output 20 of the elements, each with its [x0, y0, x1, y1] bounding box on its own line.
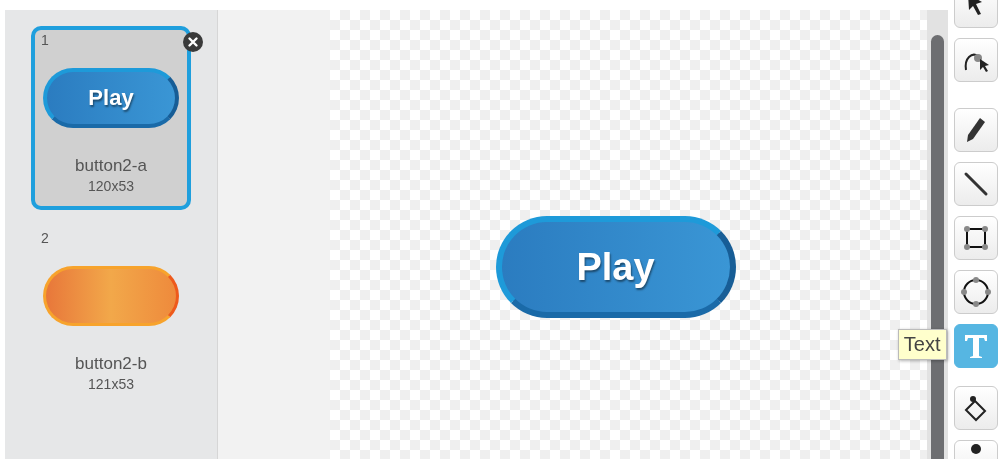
tool-button[interactable]	[953, 386, 998, 430]
tool-button[interactable]	[953, 162, 998, 206]
close-icon[interactable]	[183, 32, 203, 52]
costume-number: 1	[41, 32, 49, 48]
tooltip: Text	[897, 329, 947, 360]
costume-size: 120x53	[88, 178, 134, 194]
costume-number: 2	[41, 230, 49, 246]
tool-button[interactable]	[953, 216, 998, 260]
circle-icon	[959, 276, 992, 308]
costume-item[interactable]: 2 button2-b 121x53	[31, 224, 191, 408]
play-button-graphic: Play	[43, 68, 179, 128]
costume-size: 121x53	[88, 376, 134, 392]
costume-item[interactable]: 1 Play button2-a 120x53	[31, 26, 191, 210]
tool-button[interactable]	[953, 108, 998, 152]
costume-name: button2-b	[75, 354, 147, 374]
play-button-graphic: Play	[495, 216, 736, 318]
costume-name: button2-a	[75, 156, 147, 176]
tool-button[interactable]	[953, 38, 998, 82]
tool-button[interactable]	[953, 270, 998, 314]
stamp-icon	[969, 443, 982, 455]
